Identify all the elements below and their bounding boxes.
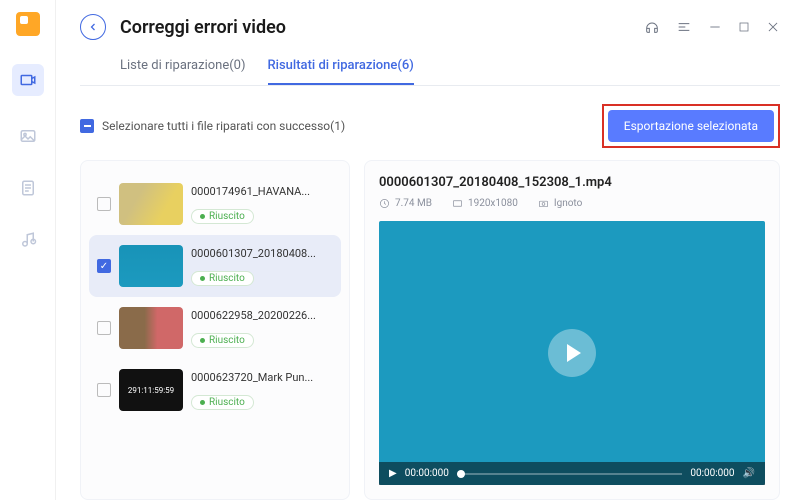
item-checkbox[interactable] — [97, 197, 111, 211]
select-all-checkbox[interactable] — [80, 119, 94, 133]
toolbar: Selezionare tutti i file riparati con su… — [80, 96, 780, 160]
item-checkbox[interactable] — [97, 259, 111, 273]
close-icon[interactable] — [766, 19, 780, 35]
status-badge: Riuscito — [191, 271, 254, 286]
item-checkbox[interactable] — [97, 383, 111, 397]
item-checkbox[interactable] — [97, 321, 111, 335]
item-name: 0000623720_Mark Pun... — [191, 371, 333, 384]
window-controls — [644, 19, 780, 35]
maximize-icon[interactable] — [738, 19, 750, 35]
item-thumbnail: 291:11:59:59 — [119, 369, 183, 411]
meta-resolution: 1920x1080 — [452, 198, 518, 209]
status-badge: Riuscito — [191, 395, 254, 410]
tab-repair-results[interactable]: Risultati di riparazione(6) — [268, 50, 414, 85]
list-item[interactable]: 0000174961_HAVANA... Riuscito — [89, 173, 341, 235]
sidebar — [0, 0, 56, 500]
item-info: 0000601307_20180408... Riuscito — [191, 247, 333, 286]
sidebar-photo-icon[interactable] — [16, 124, 40, 148]
item-thumbnail — [119, 307, 183, 349]
main: Correggi errori video Liste di riparazio… — [56, 0, 800, 500]
meta-camera: Ignoto — [538, 198, 582, 209]
minimize-icon[interactable] — [708, 19, 722, 35]
list-item[interactable]: 0000622958_20200226... Riuscito — [89, 297, 341, 359]
titlebar: Correggi errori video — [80, 14, 780, 40]
item-overlay: 291:11:59:59 — [128, 386, 174, 395]
video-preview: ▶ 00:00:000 00:00:000 🔊 — [379, 221, 765, 485]
item-info: 0000174961_HAVANA... Riuscito — [191, 185, 333, 224]
highlight-box: Esportazione selezionata — [602, 104, 780, 148]
preview-panel: 0000601307_20180408_152308_1.mp4 7.74 MB… — [364, 160, 780, 500]
play-small-icon[interactable]: ▶ — [389, 468, 397, 479]
time-total: 00:00:000 — [690, 468, 734, 479]
item-thumbnail — [119, 183, 183, 225]
meta-size: 7.74 MB — [379, 198, 432, 209]
list-item[interactable]: 291:11:59:59 0000623720_Mark Pun... Rius… — [89, 359, 341, 421]
status-badge: Riuscito — [191, 333, 254, 348]
preview-meta: 7.74 MB 1920x1080 Ignoto — [379, 198, 765, 209]
volume-icon[interactable]: 🔊 — [743, 468, 755, 479]
item-name: 0000601307_20180408... — [191, 247, 333, 260]
item-thumbnail — [119, 245, 183, 287]
time-current: 00:00:000 — [405, 468, 449, 479]
tab-repair-list[interactable]: Liste di riparazione(0) — [120, 50, 246, 85]
item-info: 0000622958_20200226... Riuscito — [191, 309, 333, 348]
play-button[interactable] — [548, 329, 596, 377]
item-name: 0000622958_20200226... — [191, 309, 333, 322]
progress-bar[interactable] — [457, 473, 682, 475]
support-icon[interactable] — [644, 19, 660, 35]
menu-icon[interactable] — [676, 19, 692, 35]
item-info: 0000623720_Mark Pun... Riuscito — [191, 371, 333, 410]
status-badge: Riuscito — [191, 209, 254, 224]
preview-title: 0000601307_20180408_152308_1.mp4 — [379, 175, 765, 190]
select-all-label: Selezionare tutti i file riparati con su… — [102, 119, 345, 133]
sidebar-audio-icon[interactable] — [16, 228, 40, 252]
select-all[interactable]: Selezionare tutti i file riparati con su… — [80, 119, 345, 133]
tabs: Liste di riparazione(0) Risultati di rip… — [80, 50, 780, 86]
item-name: 0000174961_HAVANA... — [191, 185, 333, 198]
list-item[interactable]: 0000601307_20180408... Riuscito — [89, 235, 341, 297]
video-controls: ▶ 00:00:000 00:00:000 🔊 — [379, 462, 765, 485]
file-list: 0000174961_HAVANA... Riuscito 0000601307… — [80, 160, 350, 500]
content: 0000174961_HAVANA... Riuscito 0000601307… — [80, 160, 780, 500]
sidebar-video-icon[interactable] — [12, 64, 44, 96]
back-button[interactable] — [80, 14, 106, 40]
sidebar-document-icon[interactable] — [16, 176, 40, 200]
app-logo — [16, 12, 40, 36]
export-selected-button[interactable]: Esportazione selezionata — [608, 110, 774, 142]
page-title: Correggi errori video — [120, 17, 286, 38]
